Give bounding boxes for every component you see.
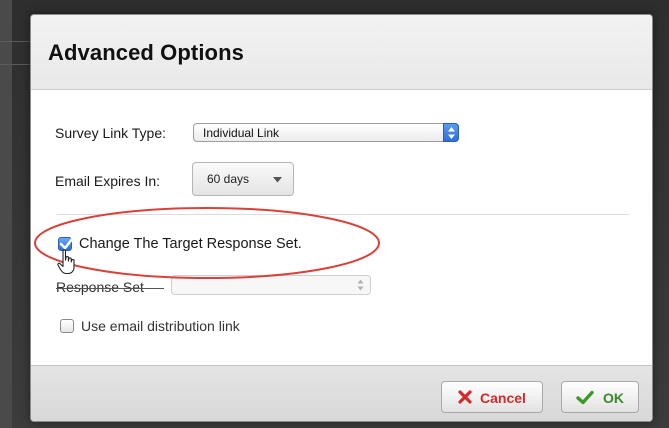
email-expires-label: Email Expires In: bbox=[55, 173, 161, 189]
dialog-footer bbox=[31, 365, 652, 421]
caret-down-icon bbox=[273, 177, 282, 183]
ok-button[interactable]: OK bbox=[561, 381, 639, 413]
x-icon bbox=[458, 390, 472, 404]
select-stepper-icon bbox=[443, 123, 459, 142]
advanced-options-dialog: Advanced Options Survey Link Type: Indiv… bbox=[30, 14, 653, 422]
ok-button-label: OK bbox=[603, 390, 624, 406]
email-expires-value: 60 days bbox=[207, 172, 250, 186]
change-target-label: Change The Target Response Set. bbox=[79, 236, 302, 252]
cancel-button[interactable]: Cancel bbox=[441, 381, 543, 413]
survey-link-type-select[interactable]: Individual Link bbox=[193, 123, 459, 142]
section-divider bbox=[57, 214, 629, 215]
use-email-link-checkbox[interactable] bbox=[60, 319, 74, 333]
survey-link-type-label: Survey Link Type: bbox=[55, 125, 167, 141]
cancel-button-label: Cancel bbox=[480, 390, 526, 406]
strikethrough-line bbox=[56, 288, 164, 289]
dialog-title: Advanced Options bbox=[48, 40, 244, 65]
checkmark-icon bbox=[576, 390, 594, 405]
response-set-select[interactable] bbox=[171, 275, 371, 295]
background-page-fragment bbox=[0, 41, 31, 65]
email-expires-dropdown[interactable]: 60 days bbox=[192, 162, 294, 196]
survey-link-type-value: Individual Link bbox=[203, 126, 280, 140]
use-email-link-label: Use email distribution link bbox=[81, 318, 240, 334]
dialog-header: Advanced Options bbox=[31, 15, 652, 90]
response-set-label: Response Set bbox=[56, 279, 144, 295]
hand-pointer-icon bbox=[57, 249, 75, 275]
select-arrows-icon bbox=[357, 279, 364, 291]
